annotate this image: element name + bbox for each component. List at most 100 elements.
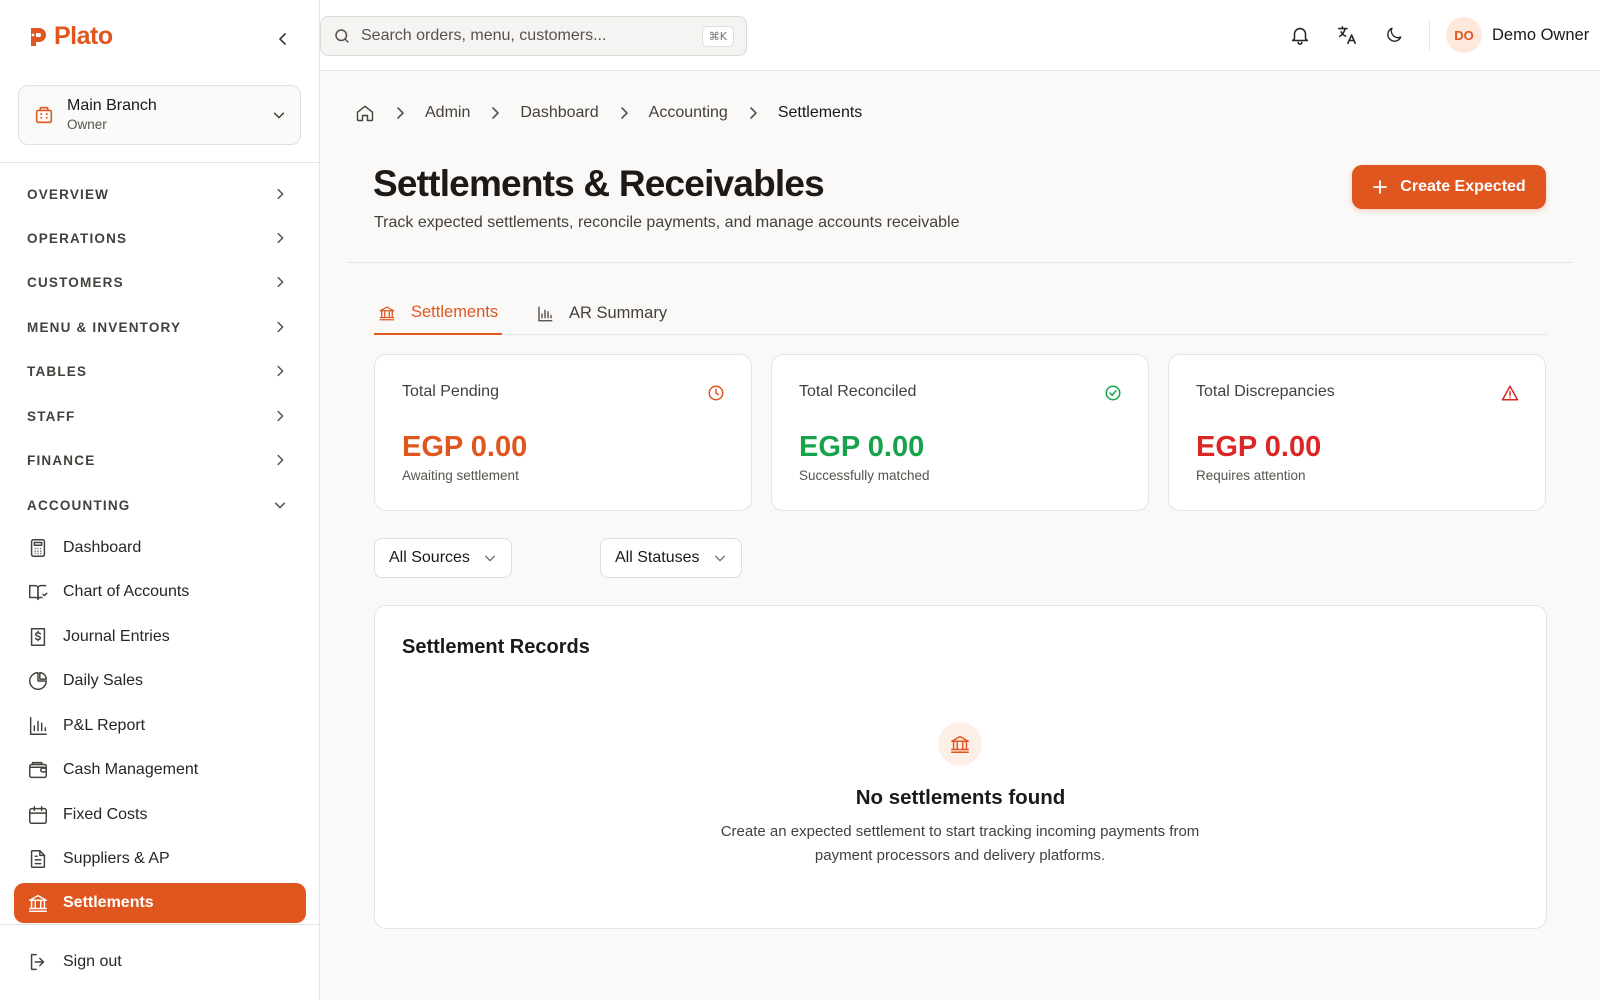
create-expected-button[interactable]: Create Expected: [1352, 165, 1546, 209]
brand-logo[interactable]: Plato: [26, 22, 296, 51]
sidebar-item-dashboard[interactable]: Dashboard: [14, 528, 306, 568]
moon-icon: [1384, 25, 1404, 45]
stat-value: EGP 0.00: [1196, 431, 1322, 463]
header-divider: [347, 262, 1573, 263]
empty-state-title: No settlements found: [855, 786, 1066, 809]
notifications-button[interactable]: [1287, 22, 1313, 48]
chevron-right-icon: [273, 320, 287, 334]
tab-ar-summary[interactable]: AR Summary: [536, 292, 667, 335]
nav-section-finance[interactable]: FINANCE: [27, 440, 293, 480]
stat-value: EGP 0.00: [402, 431, 528, 463]
nav-section-staff[interactable]: STAFF: [27, 396, 293, 436]
breadcrumb-dashboard[interactable]: Dashboard: [520, 104, 598, 122]
sidebar-item-label: Cash Management: [63, 761, 199, 778]
chevron-right-icon: [273, 364, 287, 378]
sign-out-button[interactable]: Sign out: [14, 942, 306, 982]
stat-value: EGP 0.00: [799, 431, 925, 463]
language-button[interactable]: [1334, 22, 1360, 48]
nav-section-accounting[interactable]: ACCOUNTING: [27, 485, 293, 525]
page-subtitle: Track expected settlements, reconcile pa…: [374, 214, 960, 231]
search-input[interactable]: [361, 27, 702, 45]
nav-section-tables[interactable]: TABLES: [27, 351, 293, 391]
logo-row: Plato: [26, 22, 296, 54]
calendar-icon: [27, 804, 49, 826]
page-title: Settlements & Receivables: [373, 163, 825, 204]
sidebar-item-fixed-costs[interactable]: Fixed Costs: [14, 795, 306, 835]
sidebar-item-pl-report[interactable]: P&L Report: [14, 706, 306, 746]
nav-section-label: OVERVIEW: [27, 186, 110, 202]
top-bar: ⌘K DO Demo Owner: [320, 0, 1600, 71]
bell-icon: [1289, 24, 1311, 46]
collapse-sidebar-button[interactable]: [270, 26, 296, 52]
breadcrumb-current: Settlements: [777, 104, 863, 121]
nav-section-label: CUSTOMERS: [27, 274, 124, 290]
brand-name: Plato: [54, 22, 113, 50]
sidebar-item-label: Journal Entries: [63, 628, 170, 645]
branch-role: Owner: [67, 117, 107, 132]
chevron-down-icon: [483, 551, 497, 565]
sidebar-item-cash-management[interactable]: Cash Management: [14, 750, 306, 790]
stat-subtext: Awaiting settlement: [402, 468, 519, 483]
sidebar-divider: [0, 162, 320, 163]
avatar: DO: [1446, 17, 1482, 53]
stat-subtext: Requires attention: [1196, 468, 1306, 483]
chevron-right-icon: [745, 105, 761, 121]
chevron-right-icon: [273, 453, 287, 467]
theme-toggle-button[interactable]: [1381, 22, 1407, 48]
branch-name: Main Branch: [67, 97, 157, 114]
document-icon: [27, 848, 49, 870]
sidebar-item-label: Fixed Costs: [63, 806, 148, 823]
sidebar-item-label: Dashboard: [63, 539, 142, 556]
tabs: Settlements AR Summary: [374, 292, 1547, 335]
sidebar-item-suppliers-ap[interactable]: Suppliers & AP: [14, 839, 306, 879]
breadcrumb-accounting[interactable]: Accounting: [649, 104, 728, 122]
sources-filter-select[interactable]: All Sources: [374, 538, 512, 578]
search-box[interactable]: ⌘K: [320, 16, 747, 56]
empty-state-description: Create an expected settlement to start t…: [720, 823, 1200, 864]
sidebar-item-label: P&L Report: [63, 717, 146, 734]
nav-section-label: FINANCE: [27, 452, 96, 468]
chevron-down-icon: [273, 498, 287, 512]
alert-triangle-icon: [1501, 384, 1519, 402]
statuses-filter-value: All Statuses: [615, 549, 700, 566]
search-shortcut-hint: ⌘K: [701, 25, 734, 47]
sidebar-item-journal-entries[interactable]: Journal Entries: [14, 617, 306, 657]
branch-selector[interactable]: Main Branch Owner: [18, 85, 301, 145]
sidebar-divider: [0, 924, 320, 925]
breadcrumb-admin[interactable]: Admin: [425, 104, 470, 122]
chevron-left-icon: [275, 31, 291, 47]
stat-label: Total Discrepancies: [1196, 383, 1335, 400]
chevron-right-icon: [273, 231, 287, 245]
bank-icon: [938, 722, 982, 766]
user-menu[interactable]: DO Demo Owner: [1446, 17, 1589, 53]
create-expected-label: Create Expected: [1400, 178, 1526, 195]
nav-section-customers[interactable]: CUSTOMERS: [27, 262, 293, 302]
breadcrumb: Admin Dashboard Accounting Settlements: [355, 101, 862, 125]
sources-filter-value: All Sources: [389, 549, 470, 566]
home-icon[interactable]: [355, 103, 375, 123]
nav-section-label: TABLES: [27, 363, 88, 379]
stat-card-discrepancies: Total Discrepancies EGP 0.00 Requires at…: [1168, 354, 1546, 511]
nav-section-overview[interactable]: OVERVIEW: [27, 174, 293, 214]
sidebar: Plato Main Branch Owner OVERVIEW OPERATI…: [0, 0, 320, 1000]
statuses-filter-select[interactable]: All Statuses: [600, 538, 742, 578]
tab-settlements[interactable]: Settlements: [374, 292, 503, 335]
sidebar-item-chart-of-accounts[interactable]: Chart of Accounts: [14, 572, 306, 612]
chevron-right-icon: [392, 105, 408, 121]
nav-section-menu-inventory[interactable]: MENU & INVENTORY: [27, 307, 293, 347]
stat-subtext: Successfully matched: [799, 468, 930, 483]
bar-chart-icon: [536, 305, 554, 323]
sidebar-item-label: Daily Sales: [63, 672, 144, 689]
chevron-down-icon: [713, 551, 727, 565]
tab-label: Settlements: [411, 303, 499, 321]
receipt-dollar-icon: [27, 626, 49, 648]
sidebar-item-settlements[interactable]: Settlements: [14, 883, 306, 923]
plus-icon: [1372, 179, 1388, 195]
nav-section-operations[interactable]: OPERATIONS: [27, 218, 293, 258]
chevron-right-icon: [487, 105, 503, 121]
sidebar-item-label: Chart of Accounts: [63, 583, 190, 600]
calculator-icon: [27, 537, 49, 559]
bar-chart-icon: [27, 715, 49, 737]
nav-section-label: ACCOUNTING: [27, 497, 131, 513]
sidebar-item-daily-sales[interactable]: Daily Sales: [14, 661, 306, 701]
